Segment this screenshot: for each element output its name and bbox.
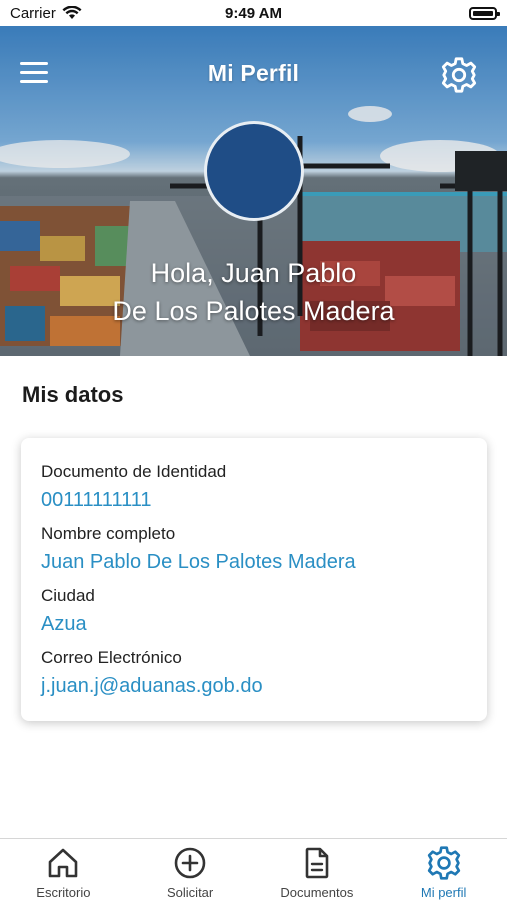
field-city: Ciudad Azua [41,584,467,646]
field-label: Documento de Identidad [41,462,227,481]
greeting-line-2: De Los Palotes Madera [112,296,395,326]
tab-solicitar[interactable]: Solicitar [127,839,254,900]
section-title: Mis datos [22,382,124,407]
field-email: Correo Electrónico j.juan.j@aduanas.gob.… [41,646,467,708]
field-value: 00111111111 [41,489,152,511]
greeting: Hola, Juan Pablo De Los Palotes Madera [0,254,507,330]
tab-label: Escritorio [36,885,91,900]
gear-icon [427,846,460,880]
page-title: Mi Perfil [207,60,300,86]
field-label: Ciudad [41,586,95,605]
plus-circle-icon [174,847,206,879]
tab-label: Solicitar [167,885,214,900]
document-icon [305,847,329,879]
field-value: Azua [41,613,87,635]
field-identity-document: Documento de Identidad 00111111111 [41,460,467,522]
home-icon [49,848,78,878]
top-navigation: Mi Perfil [0,26,507,122]
avatar[interactable] [204,121,304,221]
tab-bar: Escritorio Solicitar Documentos Mi perfi… [0,838,507,900]
wifi-icon [62,6,82,19]
field-value: Juan Pablo De Los Palotes Madera [41,551,356,573]
battery-icon [469,6,500,20]
profile-screen: Carrier 9:49 AM Mi Perfil Hola, Juan Pab… [0,0,507,900]
status-left: Carrier [10,5,82,22]
gear-icon[interactable] [440,56,478,94]
user-data-card: Documento de Identidad 00111111111 Nombr… [21,438,487,721]
carrier-label: Carrier [10,4,56,22]
field-value[interactable]: j.juan.j@aduanas.gob.do [41,670,467,708]
tab-label: Mi perfil [420,885,467,900]
tab-label: Documentos [280,885,354,900]
field-full-name: Nombre completo Juan Pablo De Los Palote… [41,522,467,584]
greeting-line-1: Hola, Juan Pablo [150,258,357,288]
tab-documentos[interactable]: Documentos [254,839,381,900]
field-label: Correo Electrónico [41,648,182,667]
profile-hero: Mi Perfil Hola, Juan Pablo De Los Palote… [0,26,507,356]
status-bar: Carrier 9:49 AM [0,0,507,26]
tab-mi-perfil[interactable]: Mi perfil [380,839,507,900]
field-label: Nombre completo [41,524,176,543]
tab-escritorio[interactable]: Escritorio [0,839,127,900]
